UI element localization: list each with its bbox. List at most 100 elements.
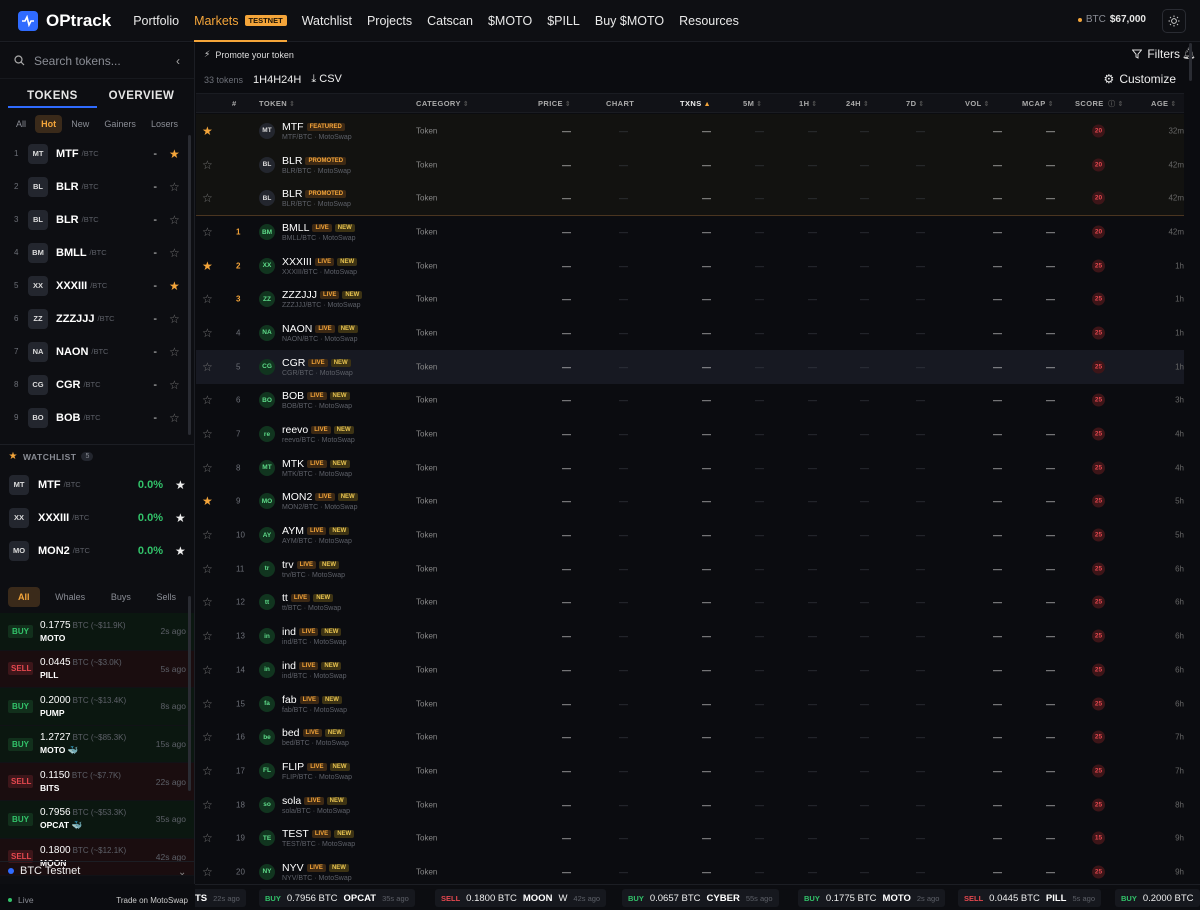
ticker-item[interactable]: BUY 0.2000 BTC [1115,889,1200,907]
csv-export-button[interactable]: ⤓ CSV [311,73,342,86]
col-1h[interactable]: 1H ⇕ [799,99,818,108]
timeframe-selector[interactable]: 1H4H24H [253,74,301,86]
nav-moto[interactable]: $MOTO [488,0,532,42]
trade-row[interactable]: BUY 0.1775 BTC (~$11.9K) MOTO 2s ago [0,613,194,651]
filter-hot[interactable]: Hot [35,115,63,133]
star-icon[interactable]: ☆ [169,246,180,260]
star-icon[interactable]: ☆ [202,427,213,441]
watchlist-item[interactable]: MT MTF/BTC 0.0% ★ [0,468,194,501]
star-icon[interactable]: ☆ [169,378,180,392]
table-row[interactable]: ☆ 6 BO BOB LIVE NEW BOB/BTC · MotoSwap Token — — —… [196,384,1184,418]
star-icon[interactable]: ☆ [202,158,213,172]
ticker-item[interactable]: SELL 0.0445 BTC PILL 5s ago [958,889,1101,907]
star-icon[interactable]: ★ [169,279,180,293]
star-icon[interactable]: ☆ [202,764,213,778]
star-icon[interactable]: ☆ [202,663,213,677]
trades-scrollbar[interactable] [188,596,191,791]
star-icon[interactable]: ☆ [202,326,213,340]
watchlist-item[interactable]: XX XXXIII/BTC 0.0% ★ [0,501,194,534]
col-7d[interactable]: 7D ⇕ [906,99,925,108]
hot-list-scrollbar[interactable] [188,135,191,435]
table-row[interactable]: ☆ 18 so sola LIVE NEW sola/BTC · MotoSwap Token… [196,788,1184,822]
ticker-item[interactable]: SELL 0.1800 BTC MOON W 42s ago [435,889,607,907]
tab-overview[interactable]: OVERVIEW [97,87,186,108]
col-24h[interactable]: 24H ⇕ [846,99,869,108]
star-icon[interactable]: ☆ [202,360,213,374]
hot-token-row[interactable]: 8 CG CGR/BTC - ☆ [0,368,194,401]
hot-token-row[interactable]: 2 BL BLR/BTC - ☆ [0,170,194,203]
nav-markets[interactable]: Markets TESTNET [194,0,287,42]
star-icon[interactable]: ★ [169,147,180,161]
star-icon[interactable]: ☆ [202,831,213,845]
nav-projects[interactable]: Projects [367,0,412,42]
nav-resources[interactable]: Resources [679,0,739,42]
table-row[interactable]: ☆ 11 tr trv LIVE NEW trv/BTC · MotoSwap Token — —… [196,552,1184,586]
star-icon[interactable]: ☆ [169,345,180,359]
star-icon[interactable]: ☆ [202,528,213,542]
ticker-item[interactable]: BUY 0.0657 BTC CYBER 55s ago [622,889,779,907]
table-row[interactable]: ☆ 14 in ind LIVE NEW ind/BTC · MotoSwap Token — —… [196,653,1184,687]
star-icon[interactable]: ☆ [202,697,213,711]
col-5m[interactable]: 5M ⇕ [743,99,762,108]
star-icon[interactable]: ☆ [169,411,180,425]
star-icon[interactable]: ☆ [202,798,213,812]
nav-portfolio[interactable]: Portfolio [133,0,179,42]
col-age[interactable]: AGE ⇕ [1151,99,1177,108]
hot-token-row[interactable]: 7 NA NAON/BTC - ☆ [0,335,194,368]
star-icon[interactable]: ☆ [202,730,213,744]
table-row[interactable]: ☆ BL BLR PROMOTED BLR/BTC · MotoSwap Token — — —… [196,181,1184,216]
customize-button[interactable]: ⚙ Customize [1104,72,1176,86]
nav-catscan[interactable]: Catscan [427,0,473,42]
table-row[interactable]: ☆ BL BLR PROMOTED BLR/BTC · MotoSwap Token — — —… [196,147,1184,182]
filter-losers[interactable]: Losers [145,115,184,133]
star-icon[interactable]: ☆ [202,191,213,205]
table-row[interactable]: ☆ 13 in ind LIVE NEW ind/BTC · MotoSwap Token — —… [196,619,1184,653]
hot-token-row[interactable]: 4 BM BMLL/BTC - ☆ [0,236,194,269]
hot-token-row[interactable]: 1 MT MTF/BTC - ★ [0,137,194,170]
trade-tab-buys[interactable]: Buys [101,587,141,607]
trade-row[interactable]: BUY 1.2727 BTC (~$85.3K) MOTO 🐳 15s ago [0,725,194,764]
filters-button[interactable]: Filters [1132,47,1180,61]
table-row[interactable]: ★ MT MTF FEATURED MTF/BTC · MotoSwap Token — — —… [196,114,1184,148]
collapse-sidebar-icon[interactable]: ‹ [176,54,180,68]
filter-new[interactable]: New [65,115,95,133]
theme-toggle-button[interactable] [1162,9,1186,33]
star-icon[interactable]: ★ [202,124,213,138]
col-token[interactable]: TOKEN ⇕ [259,99,295,108]
watchlist-item[interactable]: MO MON2/BTC 0.0% ★ [0,534,194,567]
trade-tab-whales[interactable]: Whales [45,587,95,607]
table-row[interactable]: ☆ 4 NA NAON LIVE NEW NAON/BTC · MotoSwap Token —… [196,316,1184,350]
hot-token-row[interactable]: 9 BO BOB/BTC - ☆ [0,401,194,434]
search-input[interactable] [34,53,159,68]
col-score[interactable]: SCORE ⓘ ⇕ [1075,99,1124,109]
table-row[interactable]: ☆ 17 FL FLIP LIVE NEW FLIP/BTC · MotoSwap Token… [196,754,1184,788]
table-row[interactable]: ☆ 12 tt tt LIVE NEW tt/BTC · MotoSwap Token — — — —… [196,586,1184,620]
star-icon[interactable]: ☆ [202,393,213,407]
ticker-item[interactable]: BUY 0.1775 BTC MOTO 2s ago [798,889,946,907]
table-row[interactable]: ☆ 16 be bed LIVE NEW bed/BTC · MotoSwap Token — —… [196,720,1184,754]
nav-pill[interactable]: $PILL [547,0,580,42]
star-icon[interactable]: ☆ [202,595,213,609]
star-icon[interactable]: ☆ [202,562,213,576]
star-icon[interactable]: ★ [202,259,213,273]
col-category[interactable]: CATEGORY ⇕ [416,99,469,108]
star-icon[interactable]: ★ [202,494,213,508]
trade-on-motoswap-link[interactable]: Trade on MotoSwap [116,896,188,905]
star-icon[interactable]: ☆ [169,312,180,326]
chevron-down-icon[interactable]: ⌄ [178,867,186,878]
star-icon[interactable]: ★ [175,478,186,492]
trade-row[interactable]: SELL 0.0445 BTC (~$3.0K) PILL 5s ago [0,650,194,689]
star-icon[interactable]: ☆ [202,225,213,239]
logo[interactable]: OPtrack [18,10,111,31]
table-row[interactable]: ☆ 5 CG CGR LIVE NEW CGR/BTC · MotoSwap Token — — —… [196,349,1184,384]
star-icon[interactable]: ★ [175,511,186,525]
star-icon[interactable]: ☆ [202,865,213,879]
table-scrollbar[interactable] [1189,43,1192,81]
tab-tokens[interactable]: TOKENS [8,87,97,108]
table-row[interactable]: ☆ 19 TE TEST LIVE NEW TEST/BTC · MotoSwap Token… [196,821,1184,855]
star-icon[interactable]: ☆ [202,292,213,306]
hot-token-row[interactable]: 6 ZZ ZZZJJJ/BTC - ☆ [0,302,194,335]
trade-row[interactable]: BUY 0.7956 BTC (~$53.3K) OPCAT 🐳 35s ago [0,800,194,839]
table-row[interactable]: ☆ 15 fa fab LIVE NEW fab/BTC · MotoSwap Token — —… [196,687,1184,721]
hot-token-row[interactable]: 3 BL BLR/BTC - ☆ [0,203,194,236]
